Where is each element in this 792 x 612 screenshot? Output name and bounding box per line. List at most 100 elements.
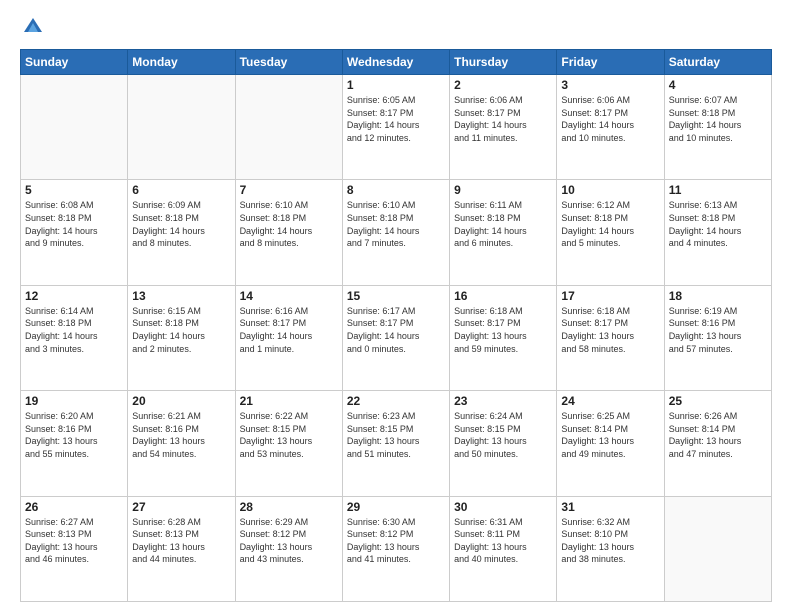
day-detail: Sunrise: 6:24 AM Sunset: 8:15 PM Dayligh… [454, 410, 552, 460]
table-row: 23 Sunrise: 6:24 AM Sunset: 8:15 PM Dayli… [450, 391, 557, 496]
day-detail: Sunrise: 6:12 AM Sunset: 8:18 PM Dayligh… [561, 199, 659, 249]
day-detail: Sunrise: 6:08 AM Sunset: 8:18 PM Dayligh… [25, 199, 123, 249]
table-row: 7 Sunrise: 6:10 AM Sunset: 8:18 PM Daylig… [235, 180, 342, 285]
day-number: 26 [25, 500, 123, 514]
col-friday: Friday [557, 50, 664, 75]
day-detail: Sunrise: 6:31 AM Sunset: 8:11 PM Dayligh… [454, 516, 552, 566]
table-row [664, 496, 771, 601]
logo-icon [22, 14, 44, 36]
day-number: 23 [454, 394, 552, 408]
day-detail: Sunrise: 6:25 AM Sunset: 8:14 PM Dayligh… [561, 410, 659, 460]
day-detail: Sunrise: 6:18 AM Sunset: 8:17 PM Dayligh… [561, 305, 659, 355]
day-number: 29 [347, 500, 445, 514]
day-number: 7 [240, 183, 338, 197]
day-number: 17 [561, 289, 659, 303]
table-row: 26 Sunrise: 6:27 AM Sunset: 8:13 PM Dayli… [21, 496, 128, 601]
table-row [21, 75, 128, 180]
calendar-week-row: 19 Sunrise: 6:20 AM Sunset: 8:16 PM Dayli… [21, 391, 772, 496]
day-number: 9 [454, 183, 552, 197]
page: Sunday Monday Tuesday Wednesday Thursday… [0, 0, 792, 612]
table-row: 9 Sunrise: 6:11 AM Sunset: 8:18 PM Daylig… [450, 180, 557, 285]
day-detail: Sunrise: 6:11 AM Sunset: 8:18 PM Dayligh… [454, 199, 552, 249]
day-detail: Sunrise: 6:10 AM Sunset: 8:18 PM Dayligh… [240, 199, 338, 249]
table-row: 11Sunrise: 6:13 AM Sunset: 8:18 PM Dayli… [664, 180, 771, 285]
day-number: 8 [347, 183, 445, 197]
table-row: 10 Sunrise: 6:12 AM Sunset: 8:18 PM Dayli… [557, 180, 664, 285]
day-detail: Sunrise: 6:23 AM Sunset: 8:15 PM Dayligh… [347, 410, 445, 460]
day-detail: Sunrise: 6:20 AM Sunset: 8:16 PM Dayligh… [25, 410, 123, 460]
day-number: 19 [25, 394, 123, 408]
table-row: 24 Sunrise: 6:25 AM Sunset: 8:14 PM Dayli… [557, 391, 664, 496]
day-number: 14 [240, 289, 338, 303]
col-monday: Monday [128, 50, 235, 75]
day-detail: Sunrise: 6:27 AM Sunset: 8:13 PM Dayligh… [25, 516, 123, 566]
table-row: 13 Sunrise: 6:15 AM Sunset: 8:18 PM Dayli… [128, 285, 235, 390]
table-row: 27 Sunrise: 6:28 AM Sunset: 8:13 PM Dayli… [128, 496, 235, 601]
table-row: 3 Sunrise: 6:06 AM Sunset: 8:17 PM Daylig… [557, 75, 664, 180]
day-detail: Sunrise: 6:15 AM Sunset: 8:18 PM Dayligh… [132, 305, 230, 355]
day-detail: Sunrise: 6:10 AM Sunset: 8:18 PM Dayligh… [347, 199, 445, 249]
day-detail: Sunrise: 6:18 AM Sunset: 8:17 PM Dayligh… [454, 305, 552, 355]
calendar-week-row: 5 Sunrise: 6:08 AM Sunset: 8:18 PM Daylig… [21, 180, 772, 285]
table-row: 17 Sunrise: 6:18 AM Sunset: 8:17 PM Dayli… [557, 285, 664, 390]
table-row: 22Sunrise: 6:23 AM Sunset: 8:15 PM Dayli… [342, 391, 449, 496]
day-number: 3 [561, 78, 659, 92]
day-detail: Sunrise: 6:06 AM Sunset: 8:17 PM Dayligh… [454, 94, 552, 144]
table-row: 5 Sunrise: 6:08 AM Sunset: 8:18 PM Daylig… [21, 180, 128, 285]
day-number: 10 [561, 183, 659, 197]
table-row: 31 Sunrise: 6:32 AM Sunset: 8:10 PM Dayli… [557, 496, 664, 601]
day-number: 4 [669, 78, 767, 92]
day-number: 28 [240, 500, 338, 514]
table-row: 15 Sunrise: 6:17 AM Sunset: 8:17 PM Dayli… [342, 285, 449, 390]
day-number: 2 [454, 78, 552, 92]
table-row: 19 Sunrise: 6:20 AM Sunset: 8:16 PM Dayli… [21, 391, 128, 496]
table-row [235, 75, 342, 180]
header [20, 16, 772, 41]
table-row: 6 Sunrise: 6:09 AM Sunset: 8:18 PM Daylig… [128, 180, 235, 285]
day-number: 1 [347, 78, 445, 92]
day-number: 18 [669, 289, 767, 303]
col-wednesday: Wednesday [342, 50, 449, 75]
table-row: 4 Sunrise: 6:07 AM Sunset: 8:18 PM Daylig… [664, 75, 771, 180]
day-detail: Sunrise: 6:28 AM Sunset: 8:13 PM Dayligh… [132, 516, 230, 566]
day-detail: Sunrise: 6:21 AM Sunset: 8:16 PM Dayligh… [132, 410, 230, 460]
day-number: 30 [454, 500, 552, 514]
day-number: 5 [25, 183, 123, 197]
day-number: 25 [669, 394, 767, 408]
table-row: 1Sunrise: 6:05 AM Sunset: 8:17 PM Daylig… [342, 75, 449, 180]
day-detail: Sunrise: 6:30 AM Sunset: 8:12 PM Dayligh… [347, 516, 445, 566]
col-sunday: Sunday [21, 50, 128, 75]
col-thursday: Thursday [450, 50, 557, 75]
day-number: 16 [454, 289, 552, 303]
calendar-table: Sunday Monday Tuesday Wednesday Thursday… [20, 49, 772, 602]
day-detail: Sunrise: 6:09 AM Sunset: 8:18 PM Dayligh… [132, 199, 230, 249]
day-detail: Sunrise: 6:13 AM Sunset: 8:18 PM Dayligh… [669, 199, 767, 249]
day-number: 21 [240, 394, 338, 408]
day-detail: Sunrise: 6:22 AM Sunset: 8:15 PM Dayligh… [240, 410, 338, 460]
table-row: 28Sunrise: 6:29 AM Sunset: 8:12 PM Dayli… [235, 496, 342, 601]
day-number: 27 [132, 500, 230, 514]
table-row: 30 Sunrise: 6:31 AM Sunset: 8:11 PM Dayli… [450, 496, 557, 601]
col-saturday: Saturday [664, 50, 771, 75]
calendar-week-row: 26 Sunrise: 6:27 AM Sunset: 8:13 PM Dayli… [21, 496, 772, 601]
day-detail: Sunrise: 6:06 AM Sunset: 8:17 PM Dayligh… [561, 94, 659, 144]
table-row: 18Sunrise: 6:19 AM Sunset: 8:16 PM Dayli… [664, 285, 771, 390]
table-row: 2 Sunrise: 6:06 AM Sunset: 8:17 PM Daylig… [450, 75, 557, 180]
day-detail: Sunrise: 6:14 AM Sunset: 8:18 PM Dayligh… [25, 305, 123, 355]
table-row: 29 Sunrise: 6:30 AM Sunset: 8:12 PM Dayli… [342, 496, 449, 601]
day-detail: Sunrise: 6:07 AM Sunset: 8:18 PM Dayligh… [669, 94, 767, 144]
table-row: 14Sunrise: 6:16 AM Sunset: 8:17 PM Dayli… [235, 285, 342, 390]
day-number: 31 [561, 500, 659, 514]
day-number: 13 [132, 289, 230, 303]
table-row [128, 75, 235, 180]
day-number: 15 [347, 289, 445, 303]
day-number: 6 [132, 183, 230, 197]
day-number: 24 [561, 394, 659, 408]
table-row: 21 Sunrise: 6:22 AM Sunset: 8:15 PM Dayli… [235, 391, 342, 496]
day-detail: Sunrise: 6:17 AM Sunset: 8:17 PM Dayligh… [347, 305, 445, 355]
col-tuesday: Tuesday [235, 50, 342, 75]
day-number: 20 [132, 394, 230, 408]
table-row: 16 Sunrise: 6:18 AM Sunset: 8:17 PM Dayli… [450, 285, 557, 390]
day-detail: Sunrise: 6:32 AM Sunset: 8:10 PM Dayligh… [561, 516, 659, 566]
table-row: 8 Sunrise: 6:10 AM Sunset: 8:18 PM Daylig… [342, 180, 449, 285]
